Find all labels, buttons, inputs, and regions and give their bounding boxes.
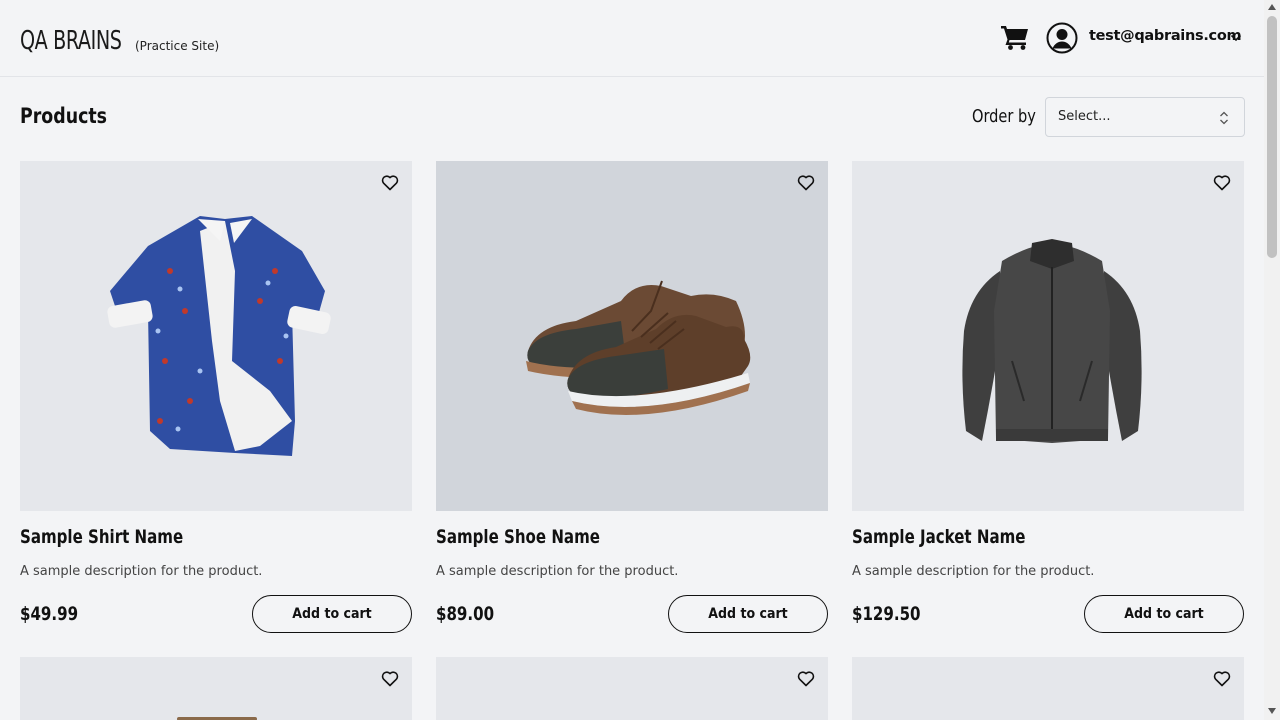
add-to-cart-button[interactable]: Add to cart — [1084, 595, 1244, 633]
product-name[interactable]: Sample Shirt Name — [20, 526, 183, 548]
heart-icon[interactable] — [1213, 670, 1231, 687]
shoe-image — [526, 280, 751, 415]
heart-icon[interactable] — [381, 670, 399, 687]
heart-icon[interactable] — [797, 174, 815, 191]
product-description: A sample description for the product. — [436, 564, 679, 579]
shirt-image — [107, 216, 331, 456]
order-by-value: Select... — [1058, 109, 1111, 124]
chevron-down-icon[interactable] — [1229, 31, 1243, 45]
logo-subtitle: (Practice Site) — [135, 39, 220, 53]
product-card-partial[interactable] — [20, 657, 412, 720]
user-email[interactable]: test@qabrains.com — [1089, 28, 1242, 44]
product-name[interactable]: Sample Shoe Name — [436, 526, 600, 548]
scroll-up-arrow-icon[interactable] — [1268, 4, 1276, 10]
heart-icon[interactable] — [381, 174, 399, 191]
product-card-partial[interactable] — [852, 657, 1244, 720]
product-price: $89.00 — [436, 603, 495, 625]
product-description: A sample description for the product. — [20, 564, 263, 579]
jacket-image — [962, 239, 1142, 443]
heart-icon[interactable] — [1213, 174, 1231, 191]
product-price: $129.50 — [852, 603, 921, 625]
logo-text: QA BRAINS — [20, 26, 122, 56]
site-logo[interactable]: QA BRAINS (Practice Site) — [20, 26, 219, 56]
product-image[interactable] — [436, 161, 828, 511]
order-by-select[interactable]: Select... — [1045, 97, 1245, 137]
user-avatar-icon[interactable] — [1046, 22, 1078, 54]
site-header: QA BRAINS (Practice Site) test@qabrains.… — [0, 0, 1264, 77]
add-to-cart-button[interactable]: Add to cart — [252, 595, 412, 633]
add-to-cart-button[interactable]: Add to cart — [668, 595, 828, 633]
product-card-partial[interactable] — [436, 657, 828, 720]
up-down-chevron-icon — [1220, 111, 1228, 125]
product-card: Sample Shoe Name A sample description fo… — [436, 161, 828, 636]
product-image[interactable] — [852, 161, 1244, 511]
product-card: Sample Jacket Name A sample description … — [852, 161, 1244, 636]
product-name[interactable]: Sample Jacket Name — [852, 526, 1025, 548]
page-title: Products — [20, 104, 108, 128]
scrollbar-thumb[interactable] — [1267, 16, 1277, 258]
scroll-down-arrow-icon[interactable] — [1268, 708, 1276, 714]
product-description: A sample description for the product. — [852, 564, 1095, 579]
vertical-scrollbar[interactable] — [1264, 0, 1280, 720]
product-card: Sample Shirt Name A sample description f… — [20, 161, 412, 636]
cart-icon[interactable] — [1000, 23, 1030, 51]
product-price: $49.99 — [20, 603, 79, 625]
order-by-label: Order by — [972, 106, 1036, 127]
product-image[interactable] — [20, 161, 412, 511]
heart-icon[interactable] — [797, 670, 815, 687]
